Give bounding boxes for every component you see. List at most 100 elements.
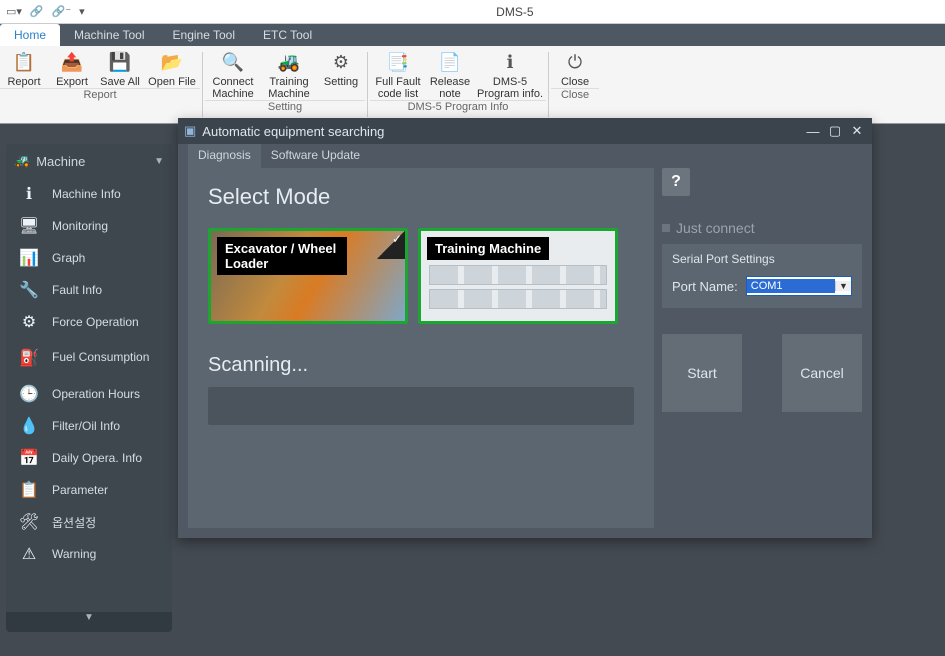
serial-port-title: Serial Port Settings <box>672 252 852 266</box>
mode-excavator-card[interactable]: Excavator / Wheel Loader ✓ <box>208 228 408 324</box>
sidebar-item-parameter[interactable]: 📋Parameter <box>6 474 172 506</box>
sidebar-item-label: Fault Info <box>52 283 102 297</box>
ribbon: 📋 Report 📤 Export 💾Save All 📂 Open File Rep… <box>0 46 945 124</box>
wrench-icon: 🔧 <box>18 279 40 301</box>
qat-icon-1[interactable]: ▭▾ <box>6 5 22 18</box>
export-icon: 📤 <box>58 50 86 74</box>
port-name-combo[interactable]: COM1 ▼ <box>746 276 852 296</box>
save-all-label: Save All <box>100 76 140 88</box>
sidebar-header[interactable]: 🚜 Machine ▼ <box>6 144 172 178</box>
sidebar-item-label: Filter/Oil Info <box>52 419 120 433</box>
export-button[interactable]: 📤 Export <box>48 46 96 88</box>
report-label: Report <box>7 76 40 88</box>
close-dialog-button[interactable]: ✕ <box>848 123 866 139</box>
fuel-icon: ⛽ <box>18 347 40 369</box>
search-icon: 🔍 <box>219 50 247 74</box>
qat-icon-2[interactable]: 🔗 <box>30 5 44 18</box>
sidebar-item-options[interactable]: 🛠옵션설정 <box>6 506 172 538</box>
maximize-button[interactable]: ▢ <box>826 123 844 139</box>
sidebar-item-hours[interactable]: 🕒Operation Hours <box>6 378 172 410</box>
calendar-icon: 📅 <box>18 447 40 469</box>
dialog-body: Select Mode Excavator / Wheel Loader ✓ T… <box>188 168 654 528</box>
sidebar-item-label: Parameter <box>52 483 108 497</box>
connect-machine-button[interactable]: 🔍Connect Machine <box>205 46 261 100</box>
sidebar: 🚜 Machine ▼ ℹ Machine Info 🖥Monitoring 📊G… <box>6 144 172 632</box>
chevron-down-icon: ▼ <box>154 156 164 167</box>
clipboard-icon: 📑 <box>384 50 412 74</box>
release-note-label: Release note <box>430 76 470 100</box>
tab-engine-tool[interactable]: Engine Tool <box>159 24 250 46</box>
open-file-button[interactable]: 📂 Open File <box>144 46 200 88</box>
app-title: DMS-5 <box>85 5 945 19</box>
save-all-button[interactable]: 💾Save All <box>96 46 144 88</box>
ribbon-separator <box>548 52 549 117</box>
sidebar-item-daily[interactable]: 📅Daily Opera. Info <box>6 442 172 474</box>
report-icon: 📋 <box>10 50 38 74</box>
close-button[interactable]: ⏻Close <box>551 46 599 88</box>
tab-home[interactable]: Home <box>0 24 60 46</box>
ribbon-separator <box>202 52 203 117</box>
report-button[interactable]: 📋 Report <box>0 46 48 88</box>
just-connect-label: Just connect <box>676 220 755 236</box>
bullet-icon <box>662 224 670 232</box>
connect-machine-label: Connect Machine <box>212 76 254 100</box>
qat-icon-3[interactable]: 🔗⁻ <box>52 5 72 18</box>
monitor-icon: 🖥 <box>18 215 40 237</box>
group-report-caption: Report <box>0 88 200 103</box>
sidebar-item-graph[interactable]: 📊Graph <box>6 242 172 274</box>
sidebar-item-machine-info[interactable]: ℹ Machine Info <box>6 178 172 210</box>
ribbon-tabs: Home Machine Tool Engine Tool ETC Tool <box>0 24 945 46</box>
title-bar: ▭▾ 🔗 🔗⁻ ▾ DMS-5 <box>0 0 945 24</box>
folder-icon: 📂 <box>158 50 186 74</box>
help-button[interactable]: ? <box>662 168 690 196</box>
sidebar-item-force-operation[interactable]: ⚙ Force Operation <box>6 306 172 338</box>
full-fault-button[interactable]: 📑Full Fault code list <box>370 46 426 100</box>
sidebar-item-label: Machine Info <box>52 187 121 201</box>
excavator-icon: 🚜 <box>275 50 303 74</box>
sidebar-collapse[interactable]: ▼ <box>6 612 172 632</box>
power-icon: ⏻ <box>561 50 589 74</box>
setting-button[interactable]: ⚙Setting <box>317 46 365 100</box>
full-fault-label: Full Fault code list <box>375 76 420 100</box>
quick-access-toolbar: ▭▾ 🔗 🔗⁻ ▾ <box>0 5 85 18</box>
sidebar-item-warning[interactable]: ⚠ Warning <box>6 538 172 570</box>
tab-machine-tool[interactable]: Machine Tool <box>60 24 159 46</box>
dialog-tabs: Diagnosis Software Update <box>178 144 872 168</box>
sidebar-item-label: Fuel Consumption <box>52 351 149 364</box>
sidebar-item-fuel[interactable]: ⛽ Fuel Consumption <box>6 338 172 378</box>
training-machine-button[interactable]: 🚜Training Machine <box>261 46 317 100</box>
gears-icon: ⚙ <box>18 311 40 333</box>
program-info-button[interactable]: ℹDMS-5 Program info. <box>474 46 546 100</box>
sidebar-item-fault-info[interactable]: 🔧 Fault Info <box>6 274 172 306</box>
just-connect-row: Just connect <box>662 220 862 236</box>
info-icon: ℹ <box>18 183 40 205</box>
port-name-label: Port Name: <box>672 279 738 294</box>
tools-icon: 🛠 <box>18 511 40 533</box>
dropdown-arrow-icon: ▼ <box>835 281 851 291</box>
select-mode-heading: Select Mode <box>208 184 634 210</box>
cancel-button[interactable]: Cancel <box>782 334 862 412</box>
dialog-titlebar[interactable]: ▣ Automatic equipment searching — ▢ ✕ <box>178 118 872 144</box>
sidebar-item-monitoring[interactable]: 🖥Monitoring <box>6 210 172 242</box>
open-file-label: Open File <box>148 76 196 88</box>
warning-icon: ⚠ <box>18 543 40 565</box>
minimize-button[interactable]: — <box>804 124 822 139</box>
port-name-value: COM1 <box>747 279 835 293</box>
sidebar-item-filter[interactable]: 💧Filter/Oil Info <box>6 410 172 442</box>
tab-diagnosis[interactable]: Diagnosis <box>188 144 261 168</box>
release-note-button[interactable]: 📄Release note <box>426 46 474 100</box>
tab-software-update[interactable]: Software Update <box>261 144 370 168</box>
sidebar-item-label: Warning <box>52 547 96 561</box>
start-button[interactable]: Start <box>662 334 742 412</box>
sidebar-item-label: Force Operation <box>52 315 139 329</box>
serial-port-panel: Serial Port Settings Port Name: COM1 ▼ <box>662 244 862 308</box>
ribbon-group-proginfo: 📑Full Fault code list 📄Release note ℹDMS… <box>370 46 546 123</box>
gear-icon: ⚙ <box>327 50 355 74</box>
mode-training-card[interactable]: Training Machine <box>418 228 618 324</box>
sidebar-item-label: Graph <box>52 251 85 265</box>
tab-etc-tool[interactable]: ETC Tool <box>249 24 326 46</box>
ribbon-group-report: 📋 Report 📤 Export 💾Save All 📂 Open File Rep… <box>0 46 200 123</box>
program-info-label: DMS-5 Program info. <box>477 76 543 100</box>
export-label: Export <box>56 76 88 88</box>
machine-icon: 🚜 <box>14 153 30 169</box>
